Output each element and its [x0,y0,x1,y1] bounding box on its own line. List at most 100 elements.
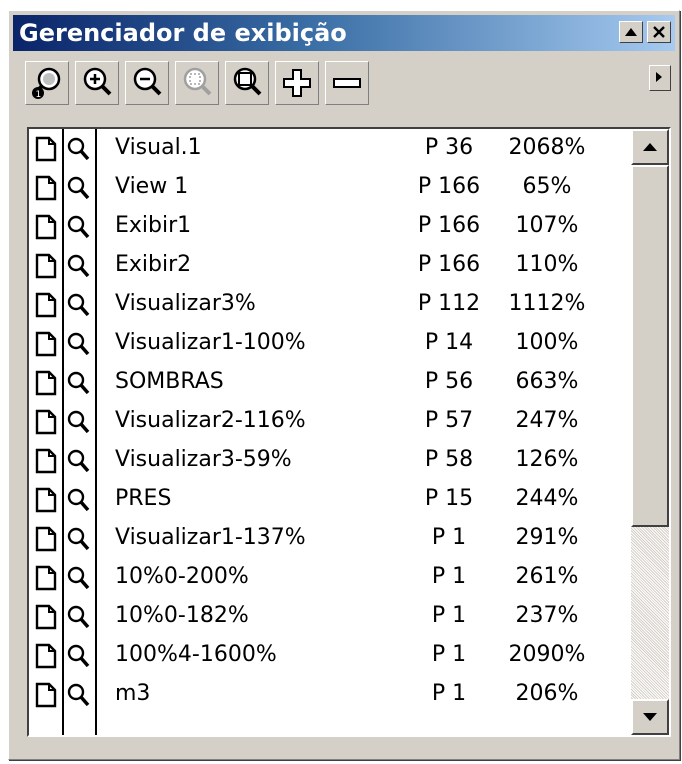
page-icon-button[interactable] [33,447,59,475]
new-view-icon: 1 [32,67,61,100]
page-icon-button[interactable] [33,213,59,241]
view-row[interactable]: Exibir2 P 166 110% [29,246,619,285]
view-name[interactable]: Visualizar2-116% [115,408,306,433]
page-icon [35,370,57,396]
view-name[interactable]: PRES [115,486,171,511]
view-page: P 15 [424,486,474,511]
zoom-to-selection-icon [183,67,212,96]
zoom-to-view-button[interactable] [65,486,91,514]
view-page: P 1 [431,642,467,667]
zoom-to-view-button[interactable] [65,564,91,592]
view-row[interactable]: Visualizar2-116% P 57 247% [29,402,619,441]
zoom-to-view-button[interactable] [65,252,91,280]
zoom-to-view-button[interactable] [65,135,91,163]
page-icon [35,175,57,201]
scroll-thumb[interactable] [631,165,669,527]
view-name[interactable]: SOMBRAS [115,369,224,394]
page-icon-button[interactable] [33,486,59,514]
page-icon-button[interactable] [33,174,59,202]
view-name[interactable]: Visualizar1-100% [115,330,306,355]
view-zoom: 65% [522,174,572,199]
vertical-scrollbar[interactable] [631,129,669,735]
zoom-to-view-button[interactable] [65,681,91,709]
page-icon-button[interactable] [33,681,59,709]
view-name[interactable]: Visualizar1-137% [115,525,306,550]
page-icon [35,565,57,591]
page-icon-button[interactable] [33,603,59,631]
arrow-down-icon [643,713,657,721]
zoom-in-button[interactable] [75,61,119,105]
view-zoom: 2090% [508,642,586,667]
page-icon-button[interactable] [33,564,59,592]
view-row[interactable]: View 1 P 166 65% [29,168,619,207]
page-icon-button[interactable] [33,369,59,397]
zoom-to-view-button[interactable] [65,174,91,202]
zoom-out-button[interactable] [125,61,169,105]
title-bar[interactable]: Gerenciador de exibição [13,15,675,51]
view-name[interactable]: 10%0-200% [115,564,249,589]
zoom-to-view-button[interactable] [65,330,91,358]
view-name[interactable]: Exibir2 [115,252,191,277]
view-name[interactable]: 100%4-1600% [115,642,277,667]
page-icon [35,136,57,162]
view-row[interactable]: Exibir1 P 166 107% [29,207,619,246]
view-name[interactable]: m3 [115,681,150,706]
delete-view-button[interactable] [325,61,369,105]
view-page: P 1 [431,525,467,550]
page-icon-button[interactable] [33,525,59,553]
view-name[interactable]: Visualizar3-59% [115,447,292,472]
zoom-to-view-button[interactable] [65,291,91,319]
view-row[interactable]: PRES P 15 244% [29,480,619,519]
view-zoom: 663% [515,369,579,394]
page-icon-button[interactable] [33,291,59,319]
view-name[interactable]: Visualizar3% [115,291,256,316]
view-row[interactable]: 10%0-200% P 1 261% [29,558,619,597]
page-icon [35,214,57,240]
page-icon-button[interactable] [33,252,59,280]
zoom-to-view-button[interactable] [65,408,91,436]
view-zoom: 1112% [508,291,586,316]
view-row[interactable]: 100%4-1600% P 1 2090% [29,636,619,675]
view-name[interactable]: Exibir1 [115,213,191,238]
zoom-in-icon [83,67,112,96]
scroll-up-button[interactable] [631,129,669,165]
view-row[interactable]: Visual.1 P 36 2068% [29,129,619,168]
view-page: P 36 [424,135,474,160]
page-icon-button[interactable] [33,330,59,358]
magnifier-icon [67,644,90,668]
zoom-to-view-button[interactable] [65,642,91,670]
minimize-button[interactable] [619,21,643,43]
flyout-menu-button[interactable] [649,65,671,91]
view-name[interactable]: View 1 [115,174,188,199]
view-manager-window: Gerenciador de exibição 1 Visual.1 P 36 … [8,10,680,760]
zoom-to-view-button[interactable] [65,369,91,397]
zoom-to-view-button[interactable] [65,525,91,553]
view-row[interactable]: 10%0-182% P 1 237% [29,597,619,636]
scroll-down-button[interactable] [631,699,669,735]
page-icon-button[interactable] [33,135,59,163]
view-row[interactable]: Visualizar3-59% P 58 126% [29,441,619,480]
view-row[interactable]: Visualizar1-137% P 1 291% [29,519,619,558]
minimize-icon [625,28,637,36]
page-icon-button[interactable] [33,642,59,670]
magnifier-icon [67,605,90,629]
new-view-button[interactable]: 1 [25,61,69,105]
zoom-to-view-button[interactable] [65,447,91,475]
view-name[interactable]: 10%0-182% [115,603,249,628]
magnifier-icon [67,683,90,707]
close-button[interactable] [647,21,671,43]
view-row[interactable]: Visualizar3% P 112 1112% [29,285,619,324]
view-row[interactable]: m3 P 1 206% [29,675,619,714]
add-view-button[interactable] [275,61,319,105]
view-row[interactable]: SOMBRAS P 56 663% [29,363,619,402]
page-icon-button[interactable] [33,408,59,436]
view-row[interactable]: Visualizar1-100% P 14 100% [29,324,619,363]
zoom-to-view-button[interactable] [65,213,91,241]
page-icon [35,487,57,513]
zoom-to-fit-button[interactable] [225,61,269,105]
zoom-out-icon [133,67,162,96]
view-name[interactable]: Visual.1 [115,135,202,160]
view-page: P 57 [424,408,474,433]
zoom-to-view-button[interactable] [65,603,91,631]
page-icon [35,682,57,708]
